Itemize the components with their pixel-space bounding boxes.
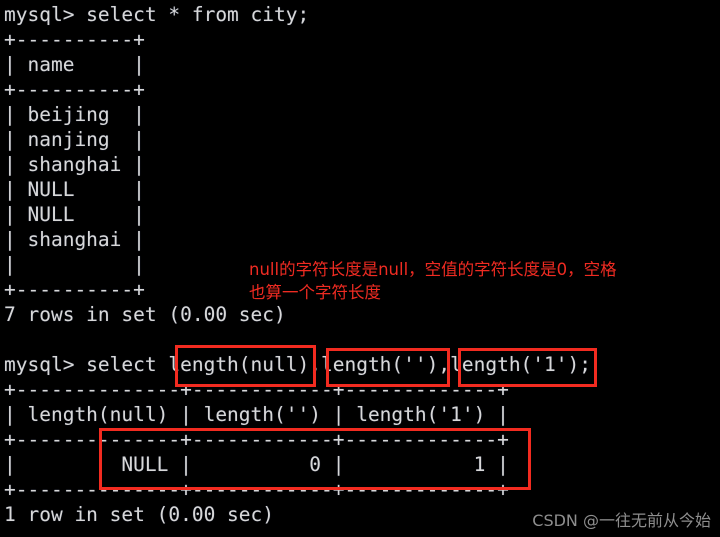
table-row: | NULL | [4, 203, 145, 226]
terminal-line-sep2-top: +--------------+------------+-----------… [4, 378, 509, 401]
terminal-line-sep2-bottom: +--------------+------------+-----------… [4, 478, 509, 501]
table-row: | nanjing | [4, 128, 145, 151]
table-row: | NULL | [4, 178, 145, 201]
terminal-line-sep-top: +----------+ [4, 28, 145, 51]
table-row: | NULL | 0 | 1 | [4, 453, 509, 476]
table-row: | shanghai | [4, 153, 145, 176]
table-row: | | [4, 253, 145, 276]
terminal-line-sep2-mid: +--------------+------------+-----------… [4, 428, 509, 451]
terminal-line-prompt-1: mysql> select * from city; [4, 3, 310, 26]
table-row: | beijing | [4, 103, 145, 126]
terminal-line-sep-mid: +----------+ [4, 78, 145, 101]
status-rows-in-set-1: 7 rows in set (0.00 sec) [4, 303, 286, 326]
status-rows-in-set-2: 1 row in set (0.00 sec) [4, 503, 275, 526]
terminal-line-header: | name | [4, 53, 145, 76]
terminal-window[interactable]: mysql> select * from city; +----------+ … [0, 0, 720, 537]
terminal-line-prompt-2: mysql> select length(null),length(''),le… [4, 353, 591, 376]
terminal-line-header-2: | length(null) | length('') | length('1'… [4, 403, 509, 426]
table-row: | shanghai | [4, 228, 145, 251]
red-annotation-text: null的字符长度是null，空值的字符长度是0，空格 也算一个字符长度 [249, 260, 617, 302]
terminal-line-sep-bottom: +----------+ [4, 278, 145, 301]
csdn-watermark: CSDN @一往无前从今始 [532, 511, 711, 530]
